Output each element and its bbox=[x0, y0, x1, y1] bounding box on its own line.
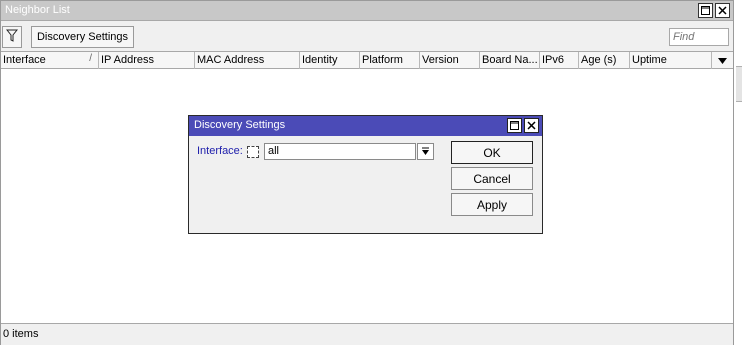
column-age[interactable]: Age (s) bbox=[579, 52, 630, 69]
column-identity[interactable]: Identity bbox=[300, 52, 360, 69]
discovery-settings-button[interactable]: Discovery Settings bbox=[31, 26, 134, 48]
close-icon[interactable] bbox=[524, 118, 539, 133]
column-ip-address[interactable]: IP Address bbox=[99, 52, 195, 69]
background-window-edge bbox=[736, 66, 742, 102]
interface-label: Interface: bbox=[197, 145, 243, 157]
column-version[interactable]: Version bbox=[420, 52, 480, 69]
window-title: Neighbor List bbox=[5, 4, 70, 16]
dialog-title: Discovery Settings bbox=[194, 119, 286, 131]
dropdown-arrow-icon[interactable] bbox=[417, 143, 434, 160]
interface-invert-checkbox[interactable] bbox=[247, 146, 259, 158]
ok-button[interactable]: OK bbox=[451, 141, 533, 164]
column-header-label: Interface bbox=[3, 54, 46, 66]
restore-icon[interactable] bbox=[507, 118, 522, 133]
apply-button[interactable]: Apply bbox=[451, 193, 533, 216]
items-count: 0 items bbox=[3, 328, 39, 340]
restore-icon[interactable] bbox=[698, 3, 713, 18]
find-input[interactable] bbox=[669, 28, 729, 46]
window-titlebar[interactable]: Neighbor List bbox=[1, 1, 733, 21]
chevron-down-icon[interactable] bbox=[712, 52, 732, 69]
toolbar: Discovery Settings bbox=[1, 22, 733, 50]
status-bar: 0 items bbox=[1, 323, 733, 345]
column-board-name[interactable]: Board Na... bbox=[480, 52, 540, 69]
dialog-titlebar[interactable]: Discovery Settings bbox=[189, 116, 542, 136]
column-interface[interactable]: Interface / bbox=[1, 52, 99, 69]
column-ipv6[interactable]: IPv6 bbox=[540, 52, 579, 69]
column-uptime[interactable]: Uptime bbox=[630, 52, 712, 69]
table-header: Interface / IP Address MAC Address Ident… bbox=[1, 51, 733, 69]
sort-indicator-icon: / bbox=[89, 53, 92, 64]
filter-icon bbox=[5, 29, 19, 45]
close-icon[interactable] bbox=[715, 3, 730, 18]
column-mac-address[interactable]: MAC Address bbox=[195, 52, 300, 69]
cancel-button[interactable]: Cancel bbox=[451, 167, 533, 190]
filter-button[interactable] bbox=[2, 26, 22, 48]
discovery-settings-dialog: Discovery Settings Interface: all OK Can… bbox=[188, 115, 543, 234]
column-platform[interactable]: Platform bbox=[360, 52, 420, 69]
interface-select[interactable]: all bbox=[264, 143, 416, 160]
